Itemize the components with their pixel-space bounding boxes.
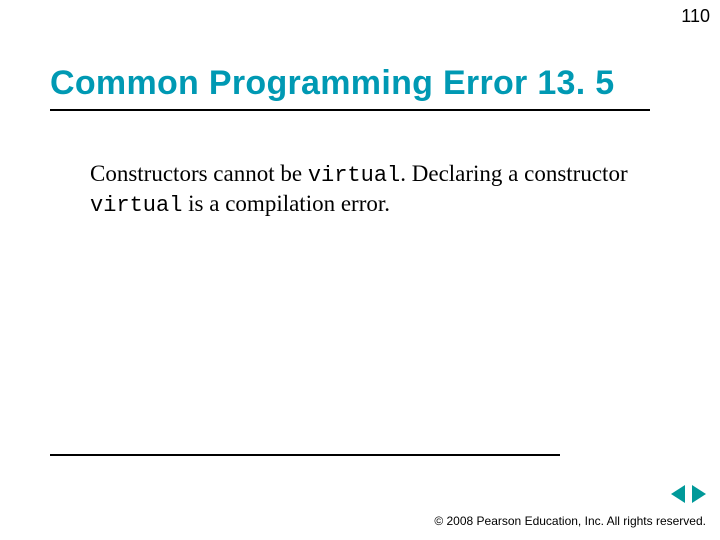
- slide-title: Common Programming Error 13. 5: [50, 64, 650, 103]
- title-underline: [50, 109, 650, 111]
- code-keyword: virtual: [90, 193, 182, 218]
- copyright-text: © 2008 Pearson Education, Inc. All right…: [434, 514, 706, 528]
- title-block: Common Programming Error 13. 5: [50, 64, 650, 111]
- body-text: Constructors cannot be virtual. Declarin…: [90, 160, 630, 219]
- bottom-rule: [50, 454, 560, 456]
- body-fragment: . Declaring a constructor: [400, 161, 627, 186]
- next-slide-icon[interactable]: [692, 485, 706, 503]
- body-fragment: Constructors cannot be: [90, 161, 308, 186]
- slide-nav: [668, 485, 706, 508]
- prev-slide-icon[interactable]: [671, 485, 685, 503]
- code-keyword: virtual: [308, 163, 400, 188]
- page-number: 110: [681, 6, 710, 27]
- footer: © 2008 Pearson Education, Inc. All right…: [434, 514, 706, 528]
- body-fragment: is a compilation error.: [182, 191, 390, 216]
